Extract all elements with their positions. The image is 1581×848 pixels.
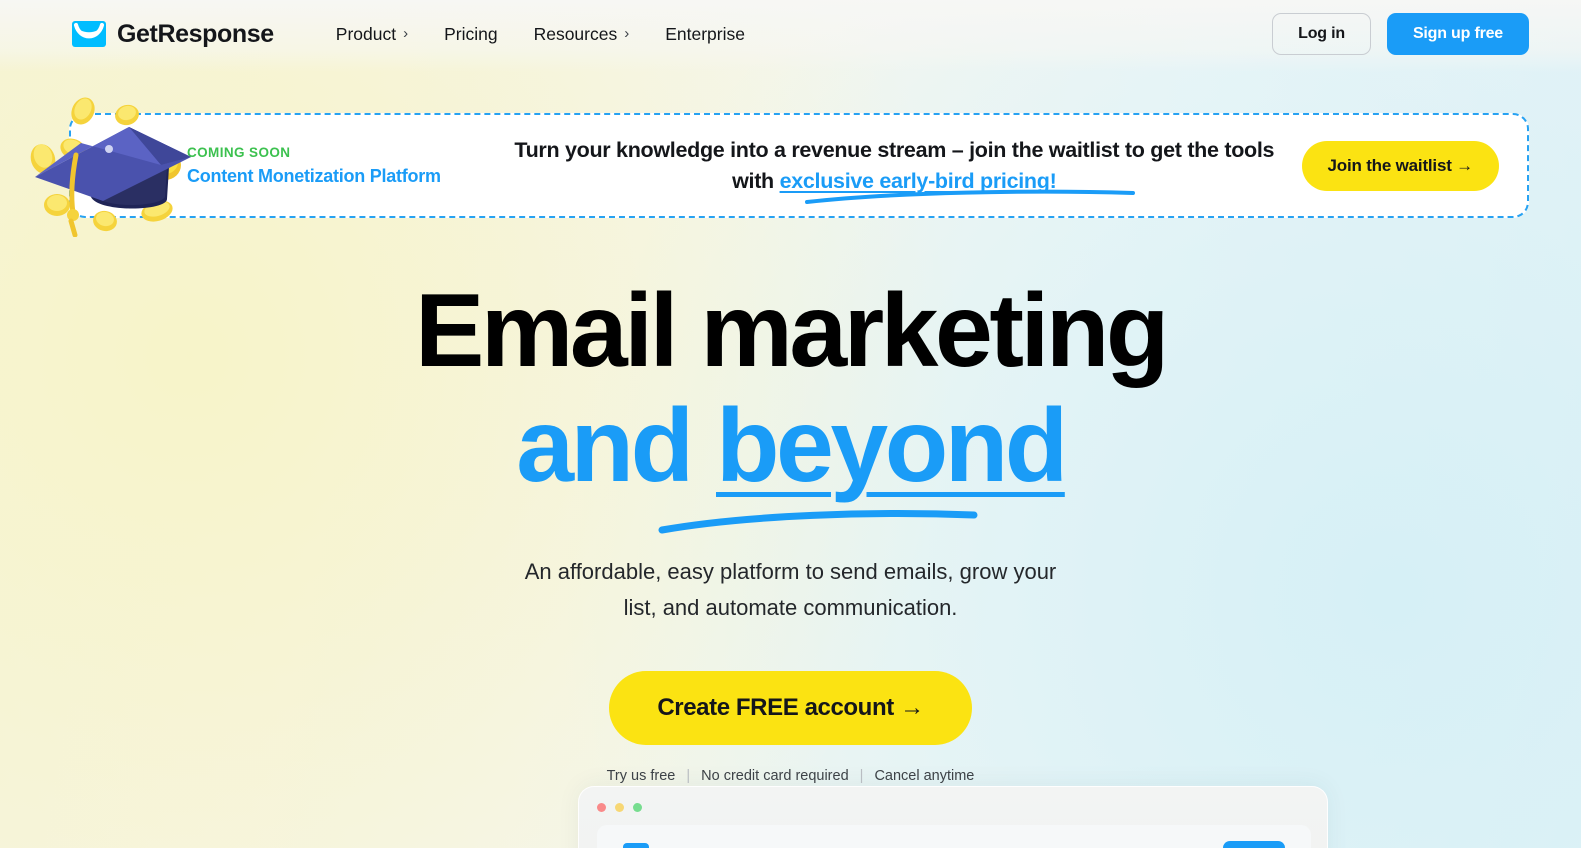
create-free-account-button[interactable]: Create FREE account → — [609, 671, 972, 746]
fineprint-no-credit-card: No credit card required — [701, 768, 849, 785]
promo-banner-wrapper: COMING SOON Content Monetization Platfor… — [0, 97, 1581, 237]
top-navigation-bar: GetResponse Product › Pricing Resources … — [0, 0, 1581, 68]
mockup-panel — [597, 825, 1311, 848]
nav-item-product[interactable]: Product › — [318, 16, 426, 53]
brand-name: GetResponse — [117, 19, 274, 48]
headline-line-1: Email marketing — [415, 273, 1169, 389]
maximize-dot-icon — [633, 803, 642, 812]
promo-underline-swoosh-icon — [805, 189, 1135, 204]
headline-line-2-prefix: and — [516, 387, 716, 504]
graduation-cap-with-coins-icon — [30, 97, 191, 237]
nav-item-resources[interactable]: Resources › — [516, 16, 648, 53]
promo-copy: Turn your knowledge into a revenue strea… — [487, 135, 1302, 204]
nav-item-pricing-label: Pricing — [444, 23, 498, 44]
brand-logo[interactable]: GetResponse — [72, 20, 274, 49]
hero-underline-swoosh-icon — [658, 509, 978, 534]
promo-labels: COMING SOON Content Monetization Platfor… — [187, 145, 487, 187]
fineprint-cancel-anytime: Cancel anytime — [874, 768, 975, 785]
nav-actions: Log in Sign up free — [1272, 13, 1529, 55]
promo-eyebrow: COMING SOON — [187, 144, 291, 160]
nav-item-enterprise-label: Enterprise — [665, 23, 745, 44]
promo-banner[interactable]: COMING SOON Content Monetization Platfor… — [30, 97, 1529, 237]
nav-item-pricing[interactable]: Pricing — [426, 16, 516, 53]
hero-section: Email marketing and beyond An affordable… — [0, 279, 1581, 784]
minimize-dot-icon — [615, 803, 624, 812]
nav-item-resources-label: Resources — [533, 23, 618, 44]
mockup-action-button — [1223, 841, 1285, 848]
nav-links: Product › Pricing Resources › Enterprise — [318, 16, 763, 53]
page-background: GetResponse Product › Pricing Resources … — [0, 0, 1581, 848]
fineprint-separator: | — [686, 768, 691, 785]
headline-line-2: and beyond — [516, 394, 1068, 534]
nav-item-product-label: Product — [335, 23, 397, 44]
hero-subheadline: An affordable, easy platform to send ema… — [0, 554, 1581, 625]
nav-item-enterprise[interactable]: Enterprise — [647, 16, 763, 53]
hero-subheadline-line-1: An affordable, easy platform to send ema… — [524, 558, 1057, 584]
hero-subheadline-line-2: list, and automate communication. — [623, 594, 958, 620]
fineprint-try-us-free: Try us free — [606, 768, 676, 785]
promo-title: Content Monetization Platform — [187, 165, 441, 186]
page-title: Email marketing and beyond — [0, 279, 1581, 534]
browser-mockup — [578, 786, 1328, 848]
fineprint-separator: | — [859, 768, 864, 785]
hero-fineprint: Try us free | No credit card required | … — [0, 768, 1581, 784]
envelope-icon — [72, 21, 106, 47]
login-button[interactable]: Log in — [1272, 13, 1371, 55]
close-dot-icon — [597, 803, 606, 812]
headline-line-2-underlined: beyond — [716, 387, 1068, 504]
join-waitlist-button[interactable]: Join the waitlist → — [1301, 140, 1499, 191]
window-traffic-lights — [597, 803, 642, 812]
chevron-right-icon: › — [403, 24, 409, 42]
chevron-right-icon: › — [624, 24, 630, 42]
mockup-app-icon — [623, 843, 649, 848]
signup-free-button[interactable]: Sign up free — [1386, 13, 1529, 55]
